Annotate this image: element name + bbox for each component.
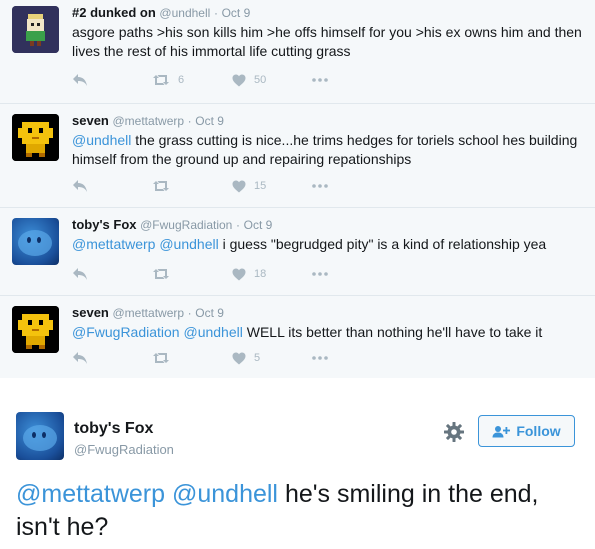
avatar[interactable]: [12, 6, 59, 53]
avatar[interactable]: [12, 218, 59, 265]
retweet-count: 6: [178, 74, 185, 86]
like-count: 5: [254, 352, 261, 364]
tweet-text: @FwugRadiation @undhell WELL its better …: [72, 323, 585, 342]
author-name[interactable]: toby's Fox: [72, 217, 137, 232]
thread-tweet[interactable]: toby's Fox @FwugRadiation · Oct 9 @metta…: [0, 208, 595, 296]
heart-icon: [232, 74, 246, 86]
avatar[interactable]: [16, 412, 64, 460]
separator-dot: ·: [187, 114, 192, 128]
more-button[interactable]: [312, 266, 328, 282]
author-name[interactable]: #2 dunked on: [72, 5, 156, 20]
tweet-header: seven @mettatwerp · Oct 9: [72, 304, 585, 322]
like-button[interactable]: 15: [232, 178, 266, 194]
heart-icon: [232, 352, 246, 364]
reply-button[interactable]: [72, 178, 88, 194]
author-handle[interactable]: @FwugRadiation: [74, 442, 174, 458]
reply-button[interactable]: [72, 266, 88, 282]
separator-dot: ·: [235, 218, 240, 232]
reply-button[interactable]: [72, 72, 88, 88]
more-button[interactable]: [312, 350, 328, 366]
like-count: 50: [254, 74, 267, 86]
retweet-icon: [153, 269, 169, 279]
yellow-pixel-icon: [12, 306, 59, 353]
follow-button[interactable]: Follow: [478, 415, 575, 447]
timestamp[interactable]: Oct 9: [195, 114, 224, 128]
pixel-sprite-icon: [12, 6, 59, 53]
more-icon: [312, 272, 328, 276]
author-handle[interactable]: @undhell: [159, 6, 210, 20]
timestamp[interactable]: Oct 9: [222, 6, 251, 20]
gear-button[interactable]: [443, 421, 465, 443]
heart-icon: [232, 180, 246, 192]
follow-label: Follow: [516, 423, 561, 439]
thread-tweet[interactable]: seven @mettatwerp · Oct 9 @FwugRadiation…: [0, 296, 595, 378]
tweet-text-body: asgore paths >his son kills him >he offs…: [72, 24, 582, 59]
retweet-button[interactable]: 6: [152, 72, 184, 88]
tweet-header: toby's Fox @FwugRadiation · Oct 9: [72, 216, 585, 234]
tweet-text: asgore paths >his son kills him >he offs…: [72, 23, 585, 61]
retweet-button[interactable]: [152, 178, 178, 194]
author-handle[interactable]: @FwugRadiation: [140, 218, 232, 232]
conversation-thread: #2 dunked on @undhell · Oct 9 asgore pat…: [0, 0, 595, 378]
like-button[interactable]: 50: [232, 72, 266, 88]
tweet-content: toby's Fox @FwugRadiation · Oct 9 @metta…: [72, 216, 585, 254]
reply-button[interactable]: [72, 350, 88, 366]
more-button[interactable]: [312, 72, 328, 88]
reply-icon: [73, 352, 87, 364]
blue-creature-icon: [18, 230, 52, 256]
avatar[interactable]: [12, 114, 59, 161]
tweet-text: @mettatwerp @undhell he's smiling in the…: [16, 478, 576, 544]
tweet-content: seven @mettatwerp · Oct 9 @undhell the g…: [72, 112, 585, 169]
tweet-content: seven @mettatwerp · Oct 9 @FwugRadiation…: [72, 304, 585, 342]
mention-link[interactable]: @undhell: [72, 132, 131, 148]
timestamp[interactable]: Oct 9: [244, 218, 273, 232]
tweet-header: #2 dunked on @undhell · Oct 9: [72, 4, 585, 22]
mention-link[interactable]: @mettatwerp @undhell: [72, 236, 219, 252]
tweet-header: seven @mettatwerp · Oct 9: [72, 112, 585, 130]
separator-dot: ·: [213, 6, 218, 20]
author-handle[interactable]: @mettatwerp: [113, 306, 185, 320]
like-count: 18: [254, 268, 267, 280]
author-name[interactable]: seven: [72, 305, 109, 320]
more-button[interactable]: [312, 178, 328, 194]
retweet-icon: [153, 75, 169, 85]
reply-icon: [73, 74, 87, 86]
retweet-icon: [153, 353, 169, 363]
like-button[interactable]: 5: [232, 350, 260, 366]
tweet-text-body: the grass cutting is nice...he trims hed…: [72, 132, 578, 167]
like-count: 15: [254, 180, 267, 192]
reply-icon: [73, 268, 87, 280]
yellow-pixel-icon: [12, 114, 59, 161]
avatar[interactable]: [12, 306, 59, 353]
author-handle[interactable]: @mettatwerp: [113, 114, 185, 128]
tweet-content: #2 dunked on @undhell · Oct 9 asgore pat…: [72, 4, 585, 61]
like-button[interactable]: 18: [232, 266, 266, 282]
reply-icon: [73, 180, 87, 192]
author-name[interactable]: toby's Fox: [74, 419, 153, 439]
tweet-text-body: i guess "begrudged pity" is a kind of re…: [218, 236, 547, 252]
separator-dot: ·: [187, 306, 192, 320]
retweet-icon: [153, 181, 169, 191]
follow-person-icon: [492, 425, 511, 437]
retweet-button[interactable]: [152, 350, 178, 366]
tweet-text: @mettatwerp @undhell i guess "begrudged …: [72, 235, 585, 254]
main-tweet: toby's Fox @FwugRadiation Follow @mettat…: [0, 378, 595, 549]
heart-icon: [232, 268, 246, 280]
more-icon: [312, 356, 328, 360]
blue-creature-icon: [23, 425, 57, 451]
timestamp[interactable]: Oct 9: [195, 306, 224, 320]
thread-tweet[interactable]: #2 dunked on @undhell · Oct 9 asgore pat…: [0, 0, 595, 104]
retweet-button[interactable]: [152, 266, 178, 282]
thread-tweet[interactable]: seven @mettatwerp · Oct 9 @undhell the g…: [0, 104, 595, 208]
more-icon: [312, 184, 328, 188]
tweet-text: @undhell the grass cutting is nice...he …: [72, 131, 585, 169]
mention-link[interactable]: @FwugRadiation @undhell: [72, 324, 243, 340]
tweet-text-body: WELL its better than nothing he'll have …: [242, 324, 543, 340]
mention-link[interactable]: @mettatwerp @undhell: [16, 480, 278, 508]
more-icon: [312, 78, 328, 82]
author-name[interactable]: seven: [72, 113, 109, 128]
gear-icon: [444, 422, 464, 442]
